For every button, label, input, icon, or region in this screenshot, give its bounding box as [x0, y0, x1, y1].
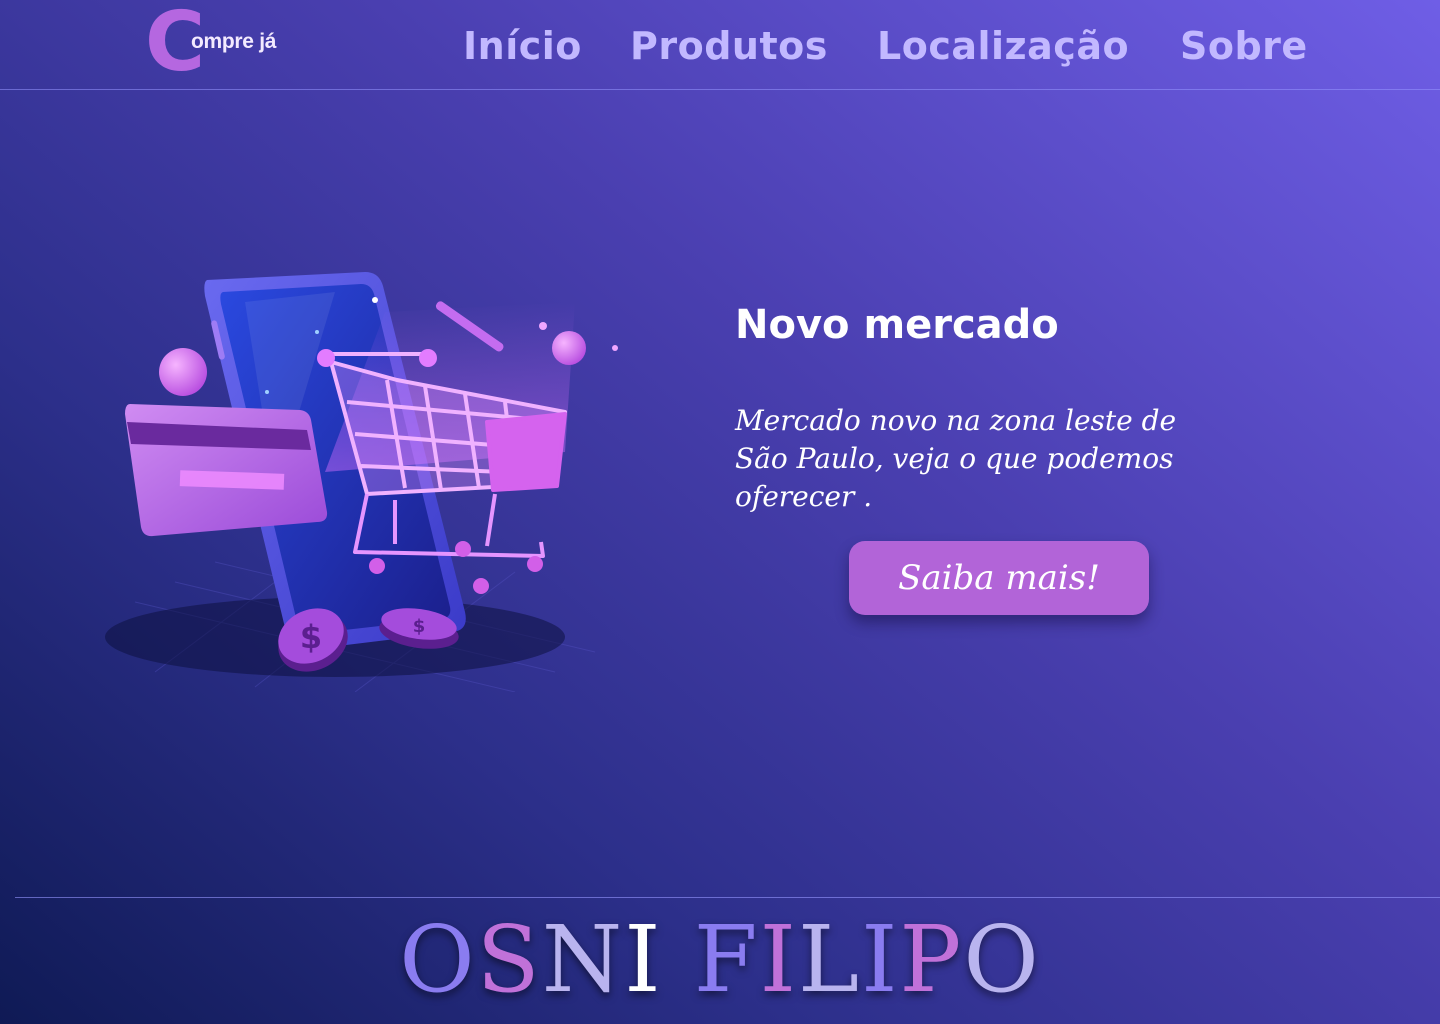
signature-letter: I — [759, 906, 798, 1013]
footer-divider — [15, 897, 1440, 898]
signature-letter: L — [797, 906, 862, 1013]
signature-letter: I — [624, 906, 663, 1013]
saiba-mais-button[interactable]: Saiba mais! — [849, 541, 1149, 615]
signature-letter: N — [541, 906, 625, 1013]
signature-letter: I — [861, 906, 900, 1013]
nav-link-produtos[interactable]: Produtos — [630, 18, 828, 74]
footer-signature: OSNI FILIPO — [0, 905, 1440, 1015]
ball — [552, 331, 586, 365]
ball — [159, 348, 207, 396]
signature-letter: O — [963, 906, 1041, 1013]
nav-link-inicio[interactable]: Início — [463, 18, 582, 74]
credit-card-icon — [125, 404, 328, 537]
hero-title: Novo mercado — [735, 302, 1059, 348]
svg-text:$: $ — [300, 618, 322, 656]
hero-description: Mercado novo na zona leste de São Paulo,… — [735, 404, 1177, 513]
svg-text:$: $ — [413, 616, 426, 637]
signature-space — [663, 906, 694, 1013]
main-nav: Início Produtos Localização Sobre — [0, 18, 1440, 78]
signature-letter: S — [476, 906, 542, 1013]
site-header: C ompre já Início Produtos Localização S… — [0, 0, 1440, 90]
hero-illustration: $ $ — [95, 262, 635, 693]
nav-link-localizacao[interactable]: Localização — [877, 18, 1129, 74]
signature-letter: F — [693, 906, 760, 1013]
signature-letter: O — [399, 906, 477, 1013]
signature-letter: P — [899, 906, 964, 1013]
nav-link-sobre[interactable]: Sobre — [1180, 18, 1308, 74]
